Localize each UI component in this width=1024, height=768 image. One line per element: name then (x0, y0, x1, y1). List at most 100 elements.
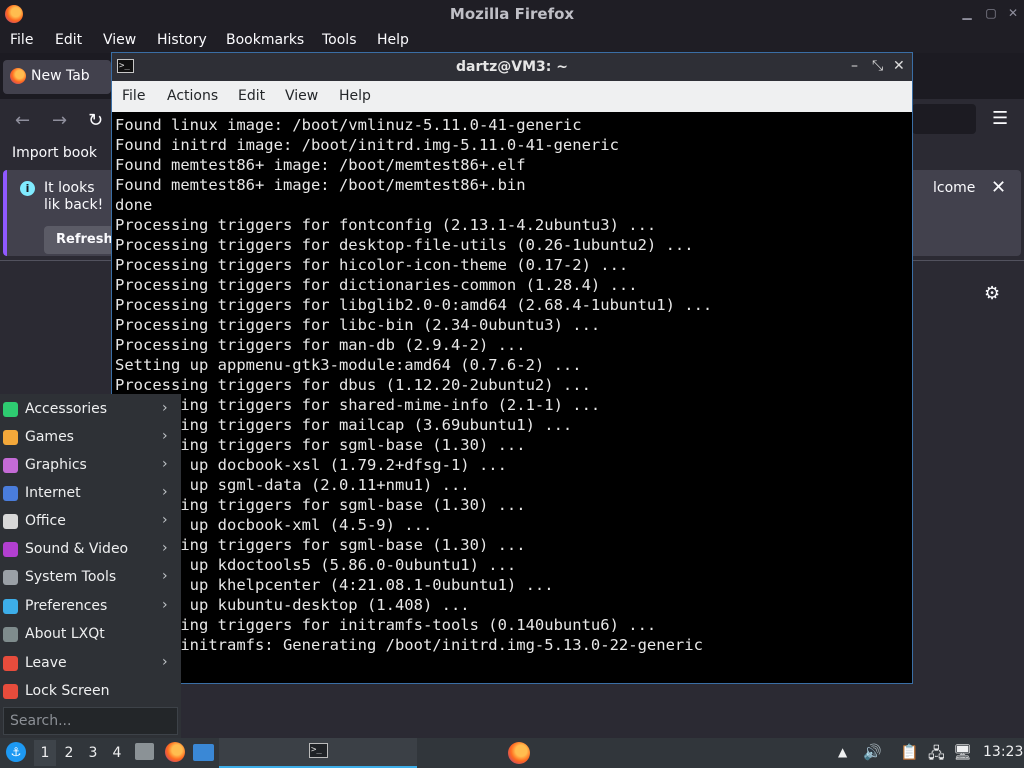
menu-file[interactable]: File (10, 32, 33, 48)
menu-item-label: System Tools (25, 569, 117, 585)
menu-item-label: Office (25, 513, 66, 529)
sound-video-icon (3, 542, 18, 557)
volume-icon[interactable]: 🔊 (863, 743, 882, 761)
desktop-switch-3[interactable]: 3 (83, 745, 103, 761)
menu-item-label: About LXQt (25, 626, 105, 642)
menu-item-label: Accessories (25, 401, 108, 417)
menu-item-label: Internet (25, 485, 81, 501)
display-icon[interactable]: 🖥 (953, 743, 972, 761)
import-bookmarks-button[interactable]: Import book (12, 145, 97, 161)
games-icon (3, 430, 18, 445)
close-notification-icon[interactable]: ✕ (991, 177, 1006, 198)
back-icon[interactable]: ← (15, 110, 30, 131)
terminal-line: Processing triggers for sgml-base (1.30)… (115, 536, 526, 554)
chevron-right-icon: › (162, 456, 168, 472)
chevron-right-icon: › (162, 568, 168, 584)
terminal-line: Setting up khelpcenter (4:21.08.1-0ubunt… (115, 576, 554, 594)
menu-tools[interactable]: Tools (322, 32, 357, 48)
terminal-line: Processing triggers for man-db (2.9.4-2)… (115, 336, 526, 354)
terminal-menu-edit[interactable]: Edit (238, 88, 265, 104)
terminal-menu-view[interactable]: View (285, 88, 318, 104)
terminal-line: Processing triggers for shared-mime-info… (115, 396, 601, 414)
desktop-switch-1[interactable]: 1 (35, 745, 55, 761)
menu-view[interactable]: View (103, 32, 136, 48)
leave-icon (3, 656, 18, 671)
start-menu-icon[interactable]: ⚓ (6, 742, 26, 762)
file-manager-icon[interactable] (135, 743, 154, 760)
reload-icon[interactable]: ↻ (88, 110, 103, 131)
menu-search-field[interactable] (3, 707, 178, 735)
terminal-menu-actions[interactable]: Actions (167, 88, 218, 104)
lock-icon (3, 684, 18, 699)
firefox-menubar (0, 29, 1024, 53)
url-bar[interactable] (912, 104, 976, 134)
terminal-line: Processing triggers for mailcap (3.69ubu… (115, 416, 573, 434)
terminal-line: Processing triggers for libglib2.0-0:amd… (115, 296, 713, 314)
chevron-right-icon: › (162, 597, 168, 613)
terminal-line: Setting up sgml-data (2.0.11+nmu1) ... (115, 476, 470, 494)
hamburger-menu-icon[interactable]: ☰ (992, 108, 1008, 129)
terminal-menu-help[interactable]: Help (339, 88, 371, 104)
terminal-line: Processing triggers for sgml-base (1.30)… (115, 496, 526, 514)
chevron-right-icon: › (162, 512, 168, 528)
firefox-window-title: Mozilla Firefox (449, 5, 575, 23)
forward-icon[interactable]: → (52, 110, 67, 131)
terminal-line: update-initramfs: Generating /boot/initr… (115, 636, 703, 654)
terminal-line: Found linux image: /boot/vmlinuz-5.11.0-… (115, 116, 582, 134)
terminal-menubar (112, 81, 912, 112)
menu-item-label: Leave (25, 655, 67, 671)
chevron-right-icon: › (162, 654, 168, 670)
tab-label: New Tab (31, 68, 90, 84)
terminal-line: Setting up docbook-xsl (1.79.2+dfsg-1) .… (115, 456, 507, 474)
terminal-line: Processing triggers for sgml-base (1.30)… (115, 436, 526, 454)
terminal-lines: Found linux image: /boot/vmlinuz-5.11.0-… (113, 113, 911, 655)
menu-history[interactable]: History (157, 32, 207, 48)
refresh-firefox-button[interactable]: Refresh (44, 226, 114, 254)
firefox-tab-icon (10, 68, 26, 84)
terminal-minimize-icon[interactable]: – (851, 58, 858, 74)
minimize-icon[interactable]: ▁ (960, 6, 974, 20)
menu-edit[interactable]: Edit (55, 32, 82, 48)
terminal-title: dartz@VM3: ~ (456, 59, 568, 75)
terminal-line: done (115, 196, 153, 214)
desktop-switch-2[interactable]: 2 (59, 745, 79, 761)
menu-bookmarks[interactable]: Bookmarks (226, 32, 304, 48)
show-desktop-icon[interactable] (193, 744, 214, 761)
menu-help[interactable]: Help (377, 32, 409, 48)
menu-item-label: Graphics (25, 457, 87, 473)
network-icon[interactable]: 🖧 (928, 743, 945, 768)
terminal-line: Setting up docbook-xml (4.5-9) ... (115, 516, 433, 534)
menu-item-label: Lock Screen (25, 683, 110, 699)
terminal-line: Processing triggers for initramfs-tools … (115, 616, 657, 634)
terminal-output[interactable]: Found linux image: /boot/vmlinuz-5.11.0-… (113, 113, 911, 680)
about-icon (3, 627, 18, 642)
terminal-line: Setting up kdoctools5 (5.86.0-0ubuntu1) … (115, 556, 517, 574)
info-icon: i (20, 181, 35, 196)
close-window-icon[interactable]: ✕ (1006, 6, 1020, 20)
terminal-line: Found initrd image: /boot/initrd.img-5.1… (115, 136, 619, 154)
taskbar-firefox-icon[interactable] (508, 742, 530, 764)
office-icon (3, 514, 18, 529)
terminal-line: Found memtest86+ image: /boot/memtest86+… (115, 176, 526, 194)
maximize-icon[interactable]: ▢ (984, 6, 998, 20)
terminal-close-icon[interactable]: ✕ (893, 58, 905, 74)
clock[interactable]: 13:23 (983, 744, 1023, 760)
menu-search-input[interactable] (4, 708, 177, 734)
taskbar-terminal-icon: >_ (309, 743, 328, 758)
terminal-line: Processing triggers for libc-bin (2.34-0… (115, 316, 601, 334)
menu-item-label: Sound & Video (25, 541, 129, 557)
tray-expand-icon[interactable]: ▲ (838, 745, 847, 759)
notification-text: It looks lik back! (44, 180, 104, 213)
desktop-switch-4[interactable]: 4 (107, 745, 127, 761)
terminal-line: Processing triggers for desktop-file-uti… (115, 236, 694, 254)
terminal-line: Setting up appmenu-gtk3-module:amd64 (0.… (115, 356, 582, 374)
system-tools-icon (3, 570, 18, 585)
terminal-maximize-icon[interactable]: ⤡ (872, 58, 883, 74)
terminal-line: Processing triggers for fontconfig (2.13… (115, 216, 657, 234)
firefox-launcher-icon[interactable] (165, 742, 185, 762)
terminal-line: Processing triggers for hicolor-icon-the… (115, 256, 629, 274)
gear-icon[interactable]: ⚙ (984, 283, 1000, 304)
terminal-line: Processing triggers for dbus (1.12.20-2u… (115, 376, 591, 394)
clipboard-icon[interactable]: 📋 (900, 743, 919, 761)
terminal-menu-file[interactable]: File (122, 88, 145, 104)
